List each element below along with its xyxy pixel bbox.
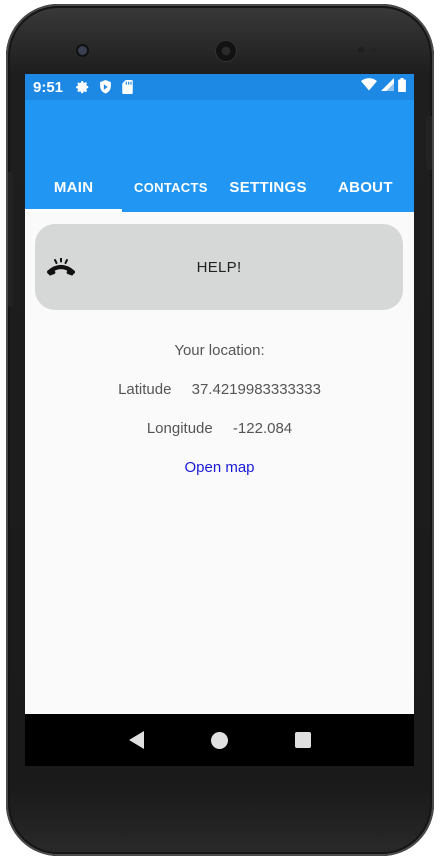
tab-settings-label: SETTINGS bbox=[229, 178, 307, 196]
sd-card-icon bbox=[119, 79, 135, 95]
navigation-bar bbox=[25, 714, 414, 766]
power-button bbox=[426, 116, 432, 170]
screen: 9:51 MAIN CONTACTS SETTINGS ABOUT HELP! … bbox=[25, 74, 414, 766]
help-button-label: HELP! bbox=[196, 258, 242, 276]
tab-indicator bbox=[25, 209, 123, 212]
open-map-link[interactable]: Open map bbox=[25, 459, 414, 476]
volume-button bbox=[8, 172, 13, 307]
front-camera bbox=[78, 46, 87, 55]
back-icon[interactable] bbox=[125, 728, 149, 752]
longitude-value: -122.084 bbox=[232, 420, 293, 437]
help-button[interactable]: HELP! bbox=[35, 224, 403, 310]
proximity-sensor bbox=[358, 47, 364, 53]
tab-contacts-label: CONTACTS bbox=[134, 179, 208, 195]
tab-bar: MAIN CONTACTS SETTINGS ABOUT bbox=[25, 162, 414, 212]
app-bar: MAIN CONTACTS SETTINGS ABOUT bbox=[25, 100, 414, 212]
status-right-group bbox=[361, 77, 406, 97]
phone-hangup-icon bbox=[47, 257, 75, 276]
longitude-label: Longitude bbox=[146, 420, 213, 437]
signal-icon bbox=[381, 78, 394, 96]
location-title: Your location: bbox=[174, 342, 265, 359]
longitude-row: Longitude -122.084 bbox=[25, 420, 414, 437]
recents-icon[interactable] bbox=[291, 728, 315, 752]
light-sensor bbox=[372, 48, 376, 52]
gear-icon bbox=[75, 79, 91, 95]
latitude-value: 37.4219983333333 bbox=[191, 381, 321, 398]
latitude-row: Latitude 37.4219983333333 bbox=[25, 381, 414, 398]
battery-icon bbox=[398, 77, 406, 97]
tab-settings[interactable]: SETTINGS bbox=[220, 162, 317, 212]
earpiece-speaker bbox=[216, 41, 236, 61]
tab-contacts[interactable]: CONTACTS bbox=[122, 162, 219, 212]
tab-about-label: ABOUT bbox=[337, 178, 393, 196]
latitude-label: Latitude bbox=[118, 381, 172, 398]
tab-main-label: MAIN bbox=[53, 178, 94, 196]
status-time: 9:51 bbox=[33, 78, 64, 96]
status-bar: 9:51 bbox=[25, 74, 414, 100]
tab-about[interactable]: ABOUT bbox=[317, 162, 414, 212]
tab-main[interactable]: MAIN bbox=[25, 162, 123, 212]
wifi-icon bbox=[361, 78, 377, 96]
home-icon[interactable] bbox=[208, 728, 232, 752]
shield-icon bbox=[97, 79, 113, 95]
